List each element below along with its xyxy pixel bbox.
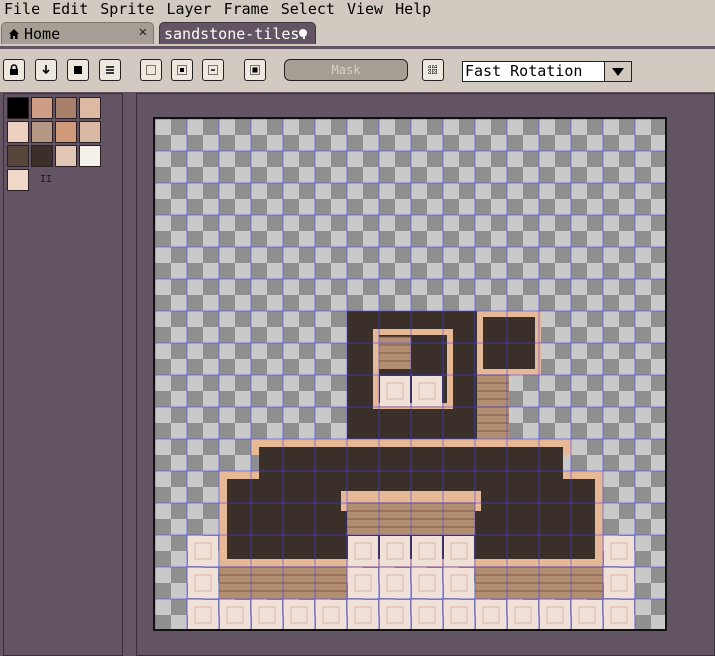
menu-layer[interactable]: Layer bbox=[162, 0, 219, 19]
context-toolbar: Mask Fast Rotation bbox=[0, 46, 715, 92]
tab-bar: Home ✕ sandstone-tiles. bbox=[0, 19, 715, 46]
down-arrow-icon bbox=[42, 65, 50, 75]
marquee-sub-icon bbox=[208, 65, 218, 75]
floor-tile bbox=[348, 536, 378, 566]
marquee-filled-icon bbox=[177, 65, 187, 75]
grid-button[interactable] bbox=[422, 59, 444, 81]
floor-tile bbox=[444, 600, 474, 629]
palette-swatch[interactable] bbox=[7, 121, 29, 143]
palette-panel: II bbox=[3, 93, 123, 656]
sprite-canvas[interactable] bbox=[153, 117, 667, 631]
floor-tile bbox=[284, 600, 314, 629]
floor-tile bbox=[412, 536, 442, 566]
tab-home-label: Home bbox=[24, 24, 61, 43]
modified-dot-icon[interactable] bbox=[299, 29, 307, 37]
tab-home[interactable]: Home ✕ bbox=[1, 22, 154, 44]
chevron-down-icon bbox=[612, 67, 624, 76]
palette-swatch[interactable] bbox=[55, 97, 77, 119]
mask-button[interactable]: Mask bbox=[284, 59, 408, 81]
close-icon[interactable]: ✕ bbox=[139, 24, 147, 40]
floor-tile bbox=[316, 600, 346, 629]
floor-tile bbox=[572, 600, 602, 629]
floor-tile bbox=[604, 568, 634, 598]
palette-swatch[interactable] bbox=[79, 97, 101, 119]
floor-tile bbox=[508, 600, 538, 629]
down-button[interactable] bbox=[35, 59, 57, 81]
palette-swatch[interactable] bbox=[7, 169, 29, 191]
floor-tile bbox=[188, 536, 218, 566]
home-icon bbox=[9, 28, 19, 39]
selection-add-button[interactable] bbox=[171, 59, 193, 81]
floor-tile bbox=[412, 376, 442, 406]
selection-subtract-button[interactable] bbox=[202, 59, 224, 81]
tab-file-label: sandstone-tiles. bbox=[164, 24, 309, 43]
palette-swatch[interactable] bbox=[79, 121, 101, 143]
floor-tile bbox=[444, 568, 474, 598]
menu-help[interactable]: Help bbox=[391, 0, 439, 19]
menu-edit[interactable]: Edit bbox=[48, 0, 96, 19]
floor-tile bbox=[412, 568, 442, 598]
lock-icon bbox=[10, 64, 18, 75]
selection-replace-button[interactable] bbox=[140, 59, 162, 81]
floor-tile bbox=[252, 600, 282, 629]
floor-tile bbox=[348, 600, 378, 629]
menu-sprite[interactable]: Sprite bbox=[96, 0, 162, 19]
menu-view[interactable]: View bbox=[343, 0, 391, 19]
palette-swatch[interactable] bbox=[55, 121, 77, 143]
stop-button[interactable] bbox=[67, 59, 89, 81]
floor-tile bbox=[188, 600, 218, 629]
floor-tile bbox=[604, 536, 634, 566]
palette-swatch[interactable] bbox=[7, 97, 29, 119]
marquee-icon bbox=[146, 65, 156, 75]
options-button[interactable] bbox=[99, 59, 121, 81]
tab-sprite-file[interactable]: sandstone-tiles. bbox=[159, 22, 316, 44]
floor-tile bbox=[380, 600, 410, 629]
square-icon bbox=[74, 66, 82, 74]
palette-size-label: II bbox=[40, 174, 53, 185]
lines-icon bbox=[106, 66, 114, 74]
palette-swatch[interactable] bbox=[31, 97, 53, 119]
sprite-artwork bbox=[155, 119, 665, 629]
menu-bar: File Edit Sprite Layer Frame Select View… bbox=[0, 0, 715, 19]
pivot-button[interactable] bbox=[244, 59, 266, 81]
floor-tile bbox=[188, 568, 218, 598]
floor-tile bbox=[540, 600, 570, 629]
floor-tile bbox=[380, 376, 410, 406]
menu-file[interactable]: File bbox=[0, 0, 48, 19]
palette-swatch[interactable] bbox=[55, 145, 77, 167]
floor-tile bbox=[380, 536, 410, 566]
menu-select[interactable]: Select bbox=[277, 0, 343, 19]
pivot-icon bbox=[250, 65, 260, 75]
palette-swatch[interactable] bbox=[31, 145, 53, 167]
menu-frame[interactable]: Frame bbox=[220, 0, 277, 19]
lock-button[interactable] bbox=[3, 59, 25, 81]
floor-tile bbox=[412, 600, 442, 629]
floor-tile bbox=[444, 536, 474, 566]
floor-tile bbox=[476, 600, 506, 629]
palette-swatch[interactable] bbox=[7, 145, 29, 167]
floor-tile bbox=[604, 600, 634, 629]
grid-icon bbox=[428, 65, 438, 75]
floor-tile bbox=[348, 568, 378, 598]
palette-swatch[interactable] bbox=[79, 145, 101, 167]
rotation-dropdown-button[interactable] bbox=[604, 61, 632, 82]
floor-tile bbox=[380, 568, 410, 598]
floor-tile bbox=[220, 600, 250, 629]
palette-swatch[interactable] bbox=[31, 121, 53, 143]
